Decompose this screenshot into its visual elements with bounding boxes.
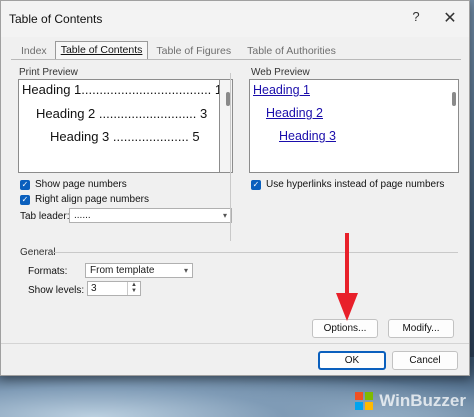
footer-divider [1, 343, 469, 344]
close-button[interactable]: ✕ [439, 8, 461, 28]
scroll-thumb[interactable] [452, 92, 456, 106]
print-preview-line: Heading 2 ........................... 3 [36, 106, 208, 121]
web-preview-label: Web Preview [251, 67, 310, 78]
print-preview-line: Heading 3 ..................... 5 [50, 129, 200, 144]
vertical-divider [230, 73, 231, 241]
show-levels-value: 3 [91, 283, 97, 294]
show-levels-spinner[interactable]: 3 ▲ ▼ [87, 281, 141, 296]
checkmark-icon: ✓ [251, 179, 261, 190]
print-preview-line: Heading 1...............................… [22, 82, 220, 97]
table-of-contents-dialog: Table of Contents ? ✕ Index Table of Con… [0, 0, 470, 376]
print-preview-scrollbar[interactable] [220, 79, 233, 173]
ok-button[interactable]: OK [318, 351, 386, 370]
checkmark-icon: ✓ [20, 179, 30, 190]
web-preview-link[interactable]: Heading 3 [279, 129, 336, 143]
web-preview-box: Heading 1 Heading 2 Heading 3 [249, 79, 459, 173]
formats-value: From template [90, 265, 155, 276]
windows-logo-icon [355, 392, 374, 410]
show-page-numbers-checkbox[interactable]: ✓ Show page numbers [20, 179, 127, 190]
formats-label: Formats: [28, 266, 68, 277]
red-arrow-icon [336, 233, 358, 321]
dialog-title: Table of Contents [9, 12, 103, 26]
tab-bar: Index Table of Contents Table of Figures… [13, 41, 344, 59]
chevron-down-icon: ▾ [183, 266, 188, 275]
tab-table-of-contents-label: Table of Contents [60, 44, 143, 56]
general-divider [53, 252, 458, 253]
modify-button[interactable]: Modify... [388, 319, 454, 338]
watermark-text: WinBuzzer [379, 391, 466, 410]
tab-index[interactable]: Index [13, 44, 55, 59]
tab-table-of-authorities[interactable]: Table of Authorities [239, 44, 344, 59]
tab-table-of-contents[interactable]: Table of Contents [54, 41, 149, 59]
right-align-label: Right align page numbers [35, 194, 149, 205]
help-button[interactable]: ? [407, 9, 425, 27]
tab-leader-label: Tab leader: [20, 211, 70, 222]
watermark: WinBuzzer [355, 391, 466, 411]
chevron-down-icon: ▾ [222, 211, 227, 220]
right-align-checkbox[interactable]: ✓ Right align page numbers [20, 194, 149, 205]
spinner-arrows-icon[interactable]: ▲ ▼ [127, 282, 140, 295]
use-hyperlinks-label: Use hyperlinks instead of page numbers [266, 179, 445, 190]
general-group-label: General [20, 247, 56, 258]
web-preview-link[interactable]: Heading 1 [253, 83, 310, 97]
checkmark-icon: ✓ [20, 194, 30, 205]
cancel-button[interactable]: Cancel [392, 351, 458, 370]
show-levels-label: Show levels: [28, 285, 85, 296]
tab-leader-select[interactable]: ...... ▾ [69, 208, 232, 223]
show-page-numbers-label: Show page numbers [35, 179, 127, 190]
print-preview-label: Print Preview [19, 67, 78, 78]
use-hyperlinks-checkbox[interactable]: ✓ Use hyperlinks instead of page numbers [251, 179, 444, 190]
formats-select[interactable]: From template ▾ [85, 263, 193, 278]
web-preview-link[interactable]: Heading 2 [266, 106, 323, 120]
print-preview-box: Heading 1...............................… [18, 79, 220, 173]
tab-leader-value: ...... [74, 210, 91, 221]
title-bar: Table of Contents ? ✕ [1, 1, 469, 37]
tab-table-of-figures[interactable]: Table of Figures [148, 44, 239, 59]
